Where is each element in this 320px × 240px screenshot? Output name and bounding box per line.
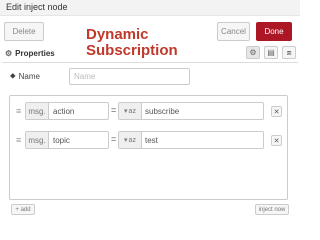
property-name-value: action	[53, 106, 75, 116]
tab-properties[interactable]: ⚙ Properties	[5, 45, 65, 62]
property-list: ≡ msg. action = ▾ az subscribe ✕ ≡ msg. …	[9, 95, 288, 200]
property-type-tag[interactable]: msg.	[26, 132, 49, 148]
property-row: ≡ msg. action = ▾ az subscribe ✕	[10, 100, 287, 122]
equals-sign: =	[111, 105, 117, 115]
settings-icon-button[interactable]: ⚙	[246, 46, 260, 59]
tab-properties-label: Properties	[15, 49, 55, 58]
property-name-input[interactable]: msg. topic	[25, 131, 109, 149]
value-type-selector[interactable]: ▾ az	[119, 132, 142, 148]
caret-down-icon: ▾	[124, 108, 128, 115]
dialog-title: Edit inject node	[6, 2, 68, 12]
close-icon: ✕	[273, 108, 280, 116]
tag-icon: ⬥	[10, 71, 16, 80]
inject-now-button[interactable]: inject now	[255, 204, 289, 215]
remove-row-button[interactable]: ✕	[271, 106, 282, 117]
property-value-text: subscribe	[145, 106, 180, 116]
property-name-input[interactable]: msg. action	[25, 102, 109, 120]
name-label-text: Name	[18, 71, 40, 81]
equals-sign: =	[111, 134, 117, 144]
overlay-title-line1: Dynamic	[86, 26, 149, 43]
property-name-value: topic	[53, 135, 70, 145]
name-label: ⬥ Name	[10, 71, 62, 81]
properties-tab-bar: ⚙ Properties ⚙ ▤ ⧈	[2, 45, 298, 63]
caret-down-icon: ▾	[124, 137, 128, 144]
drag-handle-icon[interactable]: ≡	[16, 135, 21, 145]
property-value-input[interactable]: ▾ az test	[118, 131, 264, 149]
property-type-tag[interactable]: msg.	[26, 103, 49, 119]
close-icon: ✕	[273, 137, 280, 145]
name-input[interactable]	[69, 68, 190, 85]
property-value-text: test	[145, 135, 158, 145]
delete-button[interactable]: Delete	[4, 22, 44, 41]
cancel-button[interactable]: Cancel	[217, 22, 250, 41]
gear-icon: ⚙	[5, 49, 13, 58]
drag-handle-icon[interactable]: ≡	[16, 106, 21, 116]
document-icon: ▤	[267, 48, 275, 57]
az-icon: az	[128, 136, 136, 144]
remove-row-button[interactable]: ✕	[271, 135, 282, 146]
az-icon: az	[128, 107, 136, 115]
add-property-button[interactable]: + add	[11, 204, 35, 215]
description-icon-button[interactable]: ▤	[264, 46, 278, 59]
done-button[interactable]: Done	[256, 22, 292, 41]
gear-icon: ⚙	[249, 48, 257, 57]
property-row: ≡ msg. topic = ▾ az test ✕	[10, 129, 287, 151]
appearance-icon-button[interactable]: ⧈	[282, 46, 296, 59]
dialog-titlebar: Edit inject node	[0, 0, 300, 16]
property-value-input[interactable]: ▾ az subscribe	[118, 102, 264, 120]
frame-icon: ⧈	[286, 47, 292, 57]
value-type-selector[interactable]: ▾ az	[119, 103, 142, 119]
